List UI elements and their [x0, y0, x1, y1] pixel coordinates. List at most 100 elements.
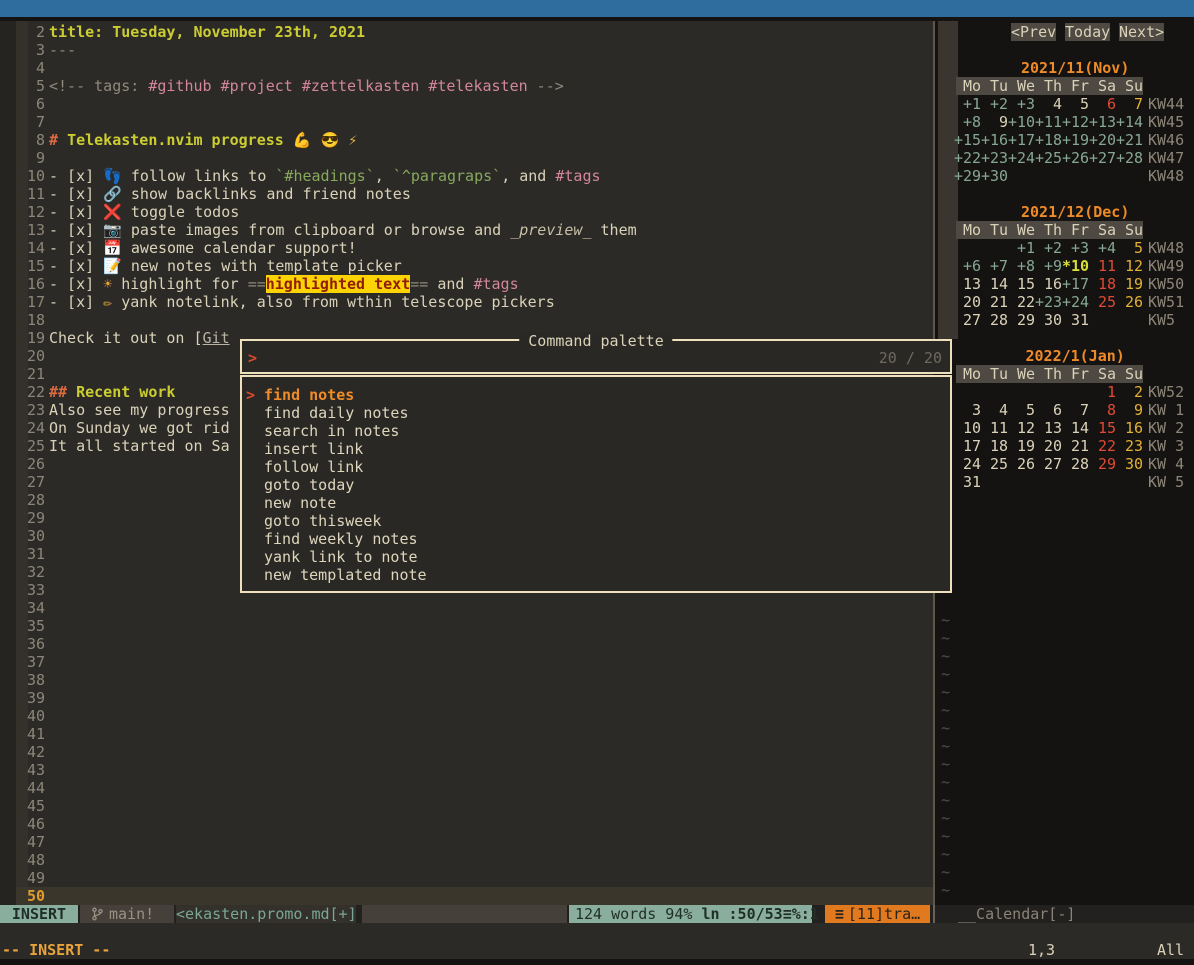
editor-line[interactable]: 43: [0, 761, 933, 779]
calendar-day[interactable]: 31: [954, 473, 981, 491]
calendar-day[interactable]: +12: [1062, 113, 1089, 131]
palette-item[interactable]: new templated note: [246, 566, 950, 584]
palette-item[interactable]: find daily notes: [246, 404, 950, 422]
calendar-day[interactable]: +1: [954, 95, 981, 113]
calendar-day[interactable]: 15: [1089, 419, 1116, 437]
calendar-day[interactable]: 9: [1116, 401, 1143, 419]
calendar-day[interactable]: +23: [1035, 293, 1062, 311]
calendar-day[interactable]: +2: [1035, 239, 1062, 257]
calendar-day[interactable]: +13: [1089, 113, 1116, 131]
calendar-day[interactable]: +11: [1035, 113, 1062, 131]
palette-item[interactable]: goto thisweek: [246, 512, 950, 530]
editor-line[interactable]: 47: [0, 833, 933, 851]
calendar-day[interactable]: 3: [954, 401, 981, 419]
calendar-day[interactable]: 7: [1116, 95, 1143, 113]
calendar-day[interactable]: 25: [1089, 293, 1116, 311]
calendar-day[interactable]: 23: [1116, 437, 1143, 455]
calendar-day[interactable]: +15: [954, 131, 981, 149]
editor-line[interactable]: 42: [0, 743, 933, 761]
calendar-day[interactable]: +24: [1062, 293, 1089, 311]
calendar-day[interactable]: 28: [1062, 455, 1089, 473]
editor-line[interactable]: 38: [0, 671, 933, 689]
calendar-day[interactable]: 22: [1008, 293, 1035, 311]
calendar-day[interactable]: +6: [954, 257, 981, 275]
editor-line[interactable]: 46: [0, 815, 933, 833]
calendar-day[interactable]: +30: [981, 167, 1008, 185]
editor-line[interactable]: 37: [0, 653, 933, 671]
calendar-day[interactable]: 21: [981, 293, 1008, 311]
calendar-day[interactable]: +18: [1035, 131, 1062, 149]
calendar-day[interactable]: 22: [1089, 437, 1116, 455]
calendar-day[interactable]: +16: [981, 131, 1008, 149]
palette-search-input[interactable]: [266, 349, 870, 367]
calendar-day[interactable]: +26: [1062, 149, 1089, 167]
editor-line[interactable]: 35: [0, 617, 933, 635]
calendar-day[interactable]: 26: [1116, 293, 1143, 311]
calendar-day[interactable]: 27: [1035, 455, 1062, 473]
editor-line[interactable]: 44: [0, 779, 933, 797]
calendar-day[interactable]: 30: [1116, 455, 1143, 473]
calendar-day[interactable]: 13: [1035, 419, 1062, 437]
calendar-day[interactable]: +28: [1116, 149, 1143, 167]
calendar-day[interactable]: +22: [954, 149, 981, 167]
editor-line[interactable]: 48: [0, 851, 933, 869]
palette-item[interactable]: follow link: [246, 458, 950, 476]
calendar-day[interactable]: 30: [1035, 311, 1062, 329]
editor-line[interactable]: 49: [0, 869, 933, 887]
calendar-day[interactable]: +2: [981, 95, 1008, 113]
calendar-day[interactable]: 7: [1062, 401, 1089, 419]
calendar-day[interactable]: +8: [1008, 257, 1035, 275]
calendar-day[interactable]: +23: [981, 149, 1008, 167]
calendar-day[interactable]: 12: [1116, 257, 1143, 275]
calendar-day[interactable]: +14: [1116, 113, 1143, 131]
calendar-day[interactable]: +3: [1062, 239, 1089, 257]
calendar-day[interactable]: 4: [981, 401, 1008, 419]
calendar-day[interactable]: 29: [1089, 455, 1116, 473]
calendar-day[interactable]: 21: [1062, 437, 1089, 455]
calendar-day[interactable]: +21: [1116, 131, 1143, 149]
calendar-day[interactable]: 12: [1008, 419, 1035, 437]
calendar-day[interactable]: +17: [1008, 131, 1035, 149]
calendar-day[interactable]: +19: [1062, 131, 1089, 149]
calendar-day[interactable]: +24: [1008, 149, 1035, 167]
calendar-day[interactable]: +4: [1089, 239, 1116, 257]
calendar-day[interactable]: 6: [1035, 401, 1062, 419]
palette-item[interactable]: yank link to note: [246, 548, 950, 566]
palette-item[interactable]: find weekly notes: [246, 530, 950, 548]
palette-item[interactable]: >find notes: [246, 386, 950, 404]
editor-line[interactable]: 3---: [0, 41, 933, 59]
calendar-day[interactable]: +1: [1008, 239, 1035, 257]
calendar-day[interactable]: +25: [1035, 149, 1062, 167]
calendar-day[interactable]: 19: [1008, 437, 1035, 455]
calendar-day[interactable]: 2: [1116, 383, 1143, 401]
editor-line[interactable]: 39: [0, 689, 933, 707]
calendar-day[interactable]: 16: [1035, 275, 1062, 293]
calendar-day[interactable]: 19: [1116, 275, 1143, 293]
calendar-day[interactable]: +3: [1008, 95, 1035, 113]
calendar-day[interactable]: 26: [1008, 455, 1035, 473]
calendar-day[interactable]: 20: [1035, 437, 1062, 455]
calendar-day[interactable]: 5: [1116, 239, 1143, 257]
calendar-next-button[interactable]: Next>: [1119, 23, 1164, 41]
calendar-day[interactable]: 11: [1089, 257, 1116, 275]
calendar-day[interactable]: 17: [954, 437, 981, 455]
calendar-day[interactable]: +29: [954, 167, 981, 185]
calendar-day[interactable]: 15: [1008, 275, 1035, 293]
calendar-prev-button[interactable]: <Prev: [1011, 23, 1056, 41]
calendar-day[interactable]: 4: [1035, 95, 1062, 113]
calendar-day[interactable]: +17: [1062, 275, 1089, 293]
editor-line[interactable]: 11- [x] 🔗 show backlinks and friend note…: [0, 185, 933, 203]
calendar-day[interactable]: 28: [981, 311, 1008, 329]
calendar-day[interactable]: 8: [1089, 401, 1116, 419]
editor-line[interactable]: 41: [0, 725, 933, 743]
calendar-day[interactable]: +9: [1035, 257, 1062, 275]
calendar-day[interactable]: 25: [981, 455, 1008, 473]
calendar-day[interactable]: +7: [981, 257, 1008, 275]
calendar-day[interactable]: 14: [1062, 419, 1089, 437]
calendar-day[interactable]: 9: [981, 113, 1008, 131]
calendar-day[interactable]: 20: [954, 293, 981, 311]
calendar-day[interactable]: *10: [1062, 257, 1089, 275]
palette-item[interactable]: insert link: [246, 440, 950, 458]
calendar-day[interactable]: +27: [1089, 149, 1116, 167]
editor-line[interactable]: 50: [0, 887, 933, 905]
